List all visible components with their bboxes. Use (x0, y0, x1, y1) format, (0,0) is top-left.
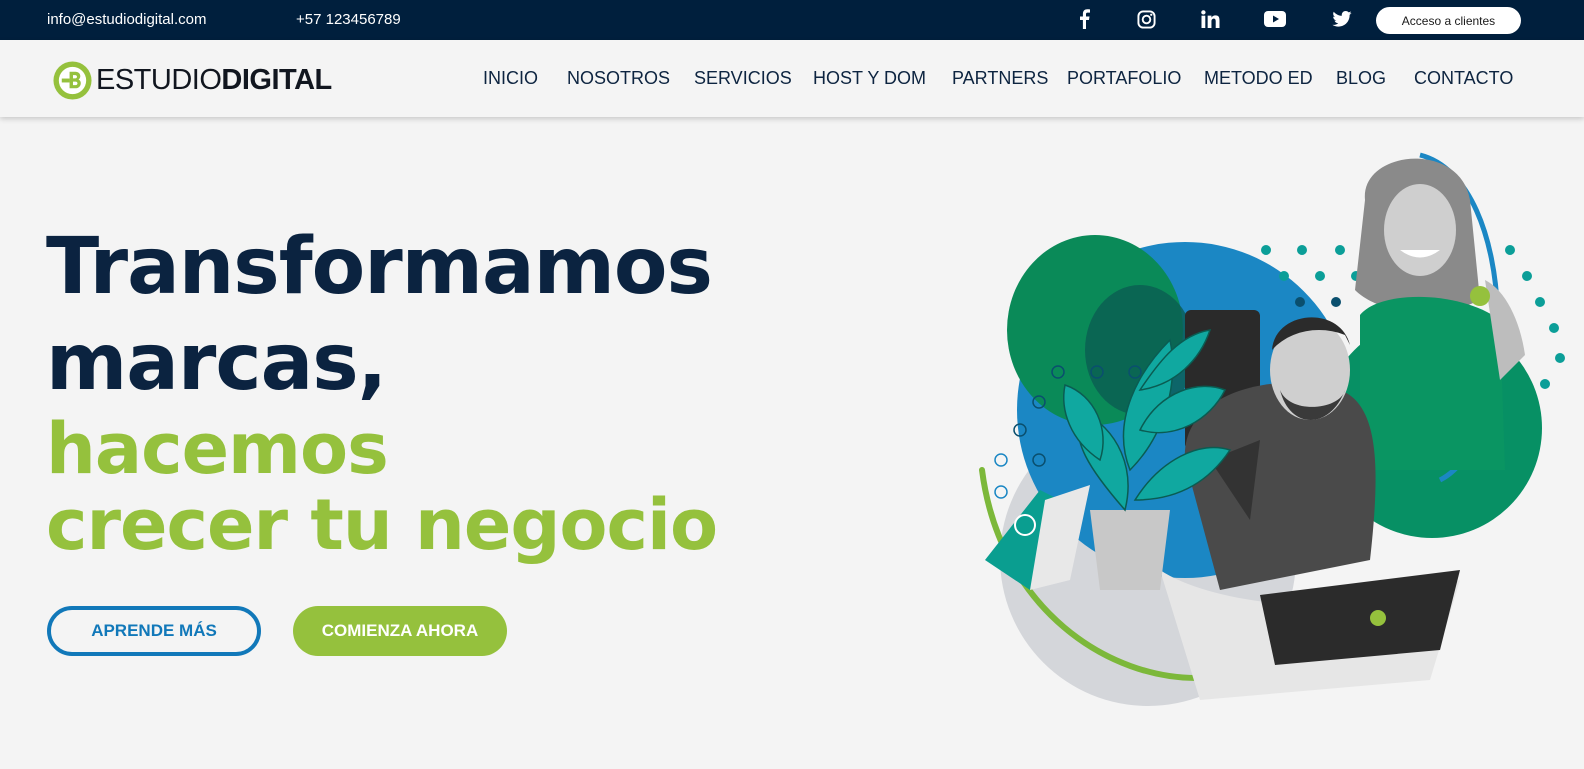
nav-item-partners[interactable]: PARTNERS (952, 68, 1048, 89)
hero-headline-line-2: marcas, (46, 318, 387, 408)
nav-item-blog[interactable]: BLOG (1336, 68, 1386, 89)
woman-figure (1355, 158, 1525, 470)
start-now-button[interactable]: COMIENZA AHORA (293, 606, 507, 656)
contact-email[interactable]: info@estudiodigital.com (47, 11, 206, 28)
facebook-icon[interactable] (1072, 8, 1096, 30)
instagram-icon[interactable] (1134, 8, 1158, 30)
top-bar: info@estudiodigital.com +57 123456789 Ac… (0, 0, 1584, 40)
hero-illustration (979, 152, 1565, 706)
hero-headline-line-4: crecer tu negocio (46, 484, 718, 566)
linkedin-icon[interactable] (1198, 8, 1222, 30)
hero-headline-line-1: Transformamos (46, 222, 713, 312)
nav-item-servicios[interactable]: SERVICIOS (694, 68, 792, 89)
hero-headline-line-3: hacemos (46, 408, 389, 490)
nav-item-host-y-dom[interactable]: HOST Y DOM (813, 68, 926, 89)
logo-mark-icon (53, 60, 92, 100)
brand-name-light: ESTUDIO (96, 63, 222, 96)
brand-wordmark: ESTUDIODIGITAL (96, 64, 332, 97)
nav-item-nosotros[interactable]: NOSOTROS (567, 68, 670, 89)
nav-item-portafolio[interactable]: PORTAFOLIO (1067, 68, 1181, 89)
nav-item-metodo-ed[interactable]: METODO ED (1204, 68, 1313, 89)
brand-logo[interactable]: ESTUDIODIGITAL (52, 60, 332, 100)
youtube-icon[interactable] (1263, 8, 1287, 30)
main-nav: ESTUDIODIGITAL INICIO NOSOTROS SERVICIOS… (0, 40, 1584, 117)
client-access-button[interactable]: Acceso a clientes (1376, 7, 1521, 34)
brand-name-bold: DIGITAL (221, 63, 332, 96)
learn-more-button[interactable]: APRENDE MÁS (47, 606, 261, 656)
nav-item-inicio[interactable]: INICIO (483, 68, 538, 89)
nav-item-contacto[interactable]: CONTACTO (1414, 68, 1513, 89)
twitter-icon[interactable] (1330, 8, 1354, 30)
contact-phone[interactable]: +57 123456789 (296, 11, 401, 28)
